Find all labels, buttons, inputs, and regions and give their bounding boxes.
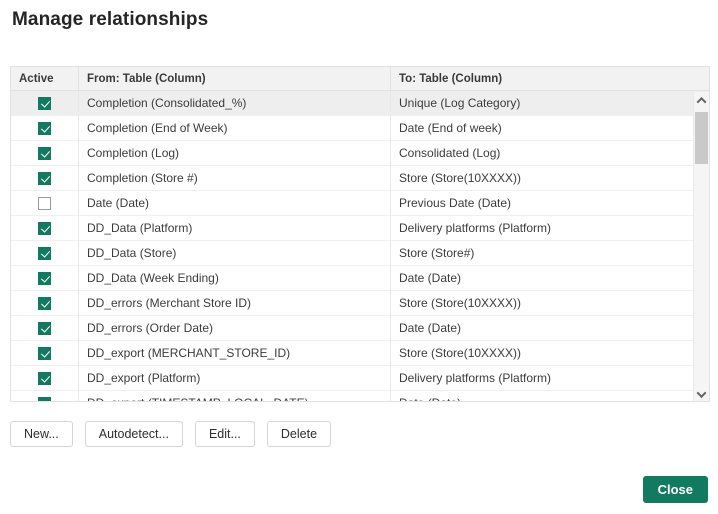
table-row[interactable]: DD_Data (Platform) Delivery platforms (Pl… [11, 215, 709, 241]
cell-active [11, 190, 79, 216]
scrollbar-thumb[interactable] [695, 112, 708, 164]
cell-to-table-column: Date (Date) [399, 320, 462, 335]
cell-active [11, 365, 79, 391]
new-button[interactable]: New... [10, 421, 73, 447]
manage-relationships-dialog: Manage relationships Active From: Table … [0, 0, 718, 514]
table-body: Completion (Consolidated_%) Unique (Log C… [11, 91, 709, 402]
active-checkbox[interactable] [38, 196, 51, 210]
table-row[interactable]: Completion (Consolidated_%) Unique (Log C… [11, 91, 709, 116]
cell-active [11, 91, 79, 116]
active-checkbox[interactable] [38, 96, 51, 110]
table-row[interactable]: DD_errors (Merchant Store ID) Store (Stor… [11, 290, 709, 316]
cell-from-table-column: Completion (Consolidated_%) [79, 91, 391, 116]
table-row[interactable]: DD_export (TIMESTAMP_LOCAL_DATE)Date (Da… [11, 390, 709, 402]
active-checkbox[interactable] [38, 171, 51, 185]
cell-active [11, 115, 79, 141]
active-checkbox[interactable] [38, 121, 51, 135]
page-title: Manage relationships [12, 9, 209, 30]
active-checkbox[interactable] [38, 346, 51, 360]
cell-to-table-column: Date (Date) [399, 270, 462, 285]
active-checkbox[interactable] [38, 296, 51, 310]
cell-active [11, 315, 79, 341]
cell-active [11, 215, 79, 241]
cell-to-table-column: Store (Store(10XXXX)) [399, 170, 522, 185]
cell-to-table-column: Previous Date (Date) [399, 195, 512, 210]
cell-to-table-column: Date (Date) [391, 391, 709, 402]
cell-to-table-column: Date (End of week) [399, 120, 502, 135]
table-row[interactable]: DD_Data (Store) Store (Store#) [11, 240, 709, 266]
active-checkbox[interactable] [38, 146, 51, 160]
column-header-to[interactable]: To: Table (Column) [391, 67, 709, 91]
cell-active [11, 390, 79, 401]
active-checkbox[interactable] [38, 396, 51, 401]
cell-active [11, 265, 79, 291]
cell-active [11, 165, 79, 191]
cell-to-table-column: Store (Store#) [399, 245, 475, 260]
cell-from-table-column: Completion (Store #) [79, 165, 391, 191]
table-header-row: Active From: Table (Column) To: Table (C… [11, 67, 709, 91]
table-row[interactable]: DD_export (Platform) Delivery platforms (… [11, 365, 709, 391]
active-checkbox[interactable] [38, 371, 51, 385]
vertical-scrollbar[interactable] [693, 92, 709, 401]
table-row[interactable]: DD_errors (Order Date) Date (Date) [11, 315, 709, 341]
cell-from-table-column: DD_export (TIMESTAMP_LOCAL_DATE) [79, 390, 391, 401]
scroll-up-icon[interactable] [694, 92, 709, 109]
table-row[interactable]: Date (Date) Previous Date (Date) [11, 190, 709, 216]
table-row[interactable]: DD_Data (Week Ending) Date (Date) [11, 265, 709, 291]
cell-to-table-column: Store (Store(10XXXX)) [399, 345, 522, 360]
active-checkbox[interactable] [38, 271, 51, 285]
cell-from-table-column: Completion (End of Week) [79, 115, 391, 141]
autodetect-button[interactable]: Autodetect... [84, 421, 183, 447]
cell-from-table-column: Completion (Log) [79, 140, 391, 166]
cell-active [11, 240, 79, 266]
cell-from-table-column: Date (Date) [79, 190, 391, 216]
cell-from-table-column: DD_errors (Order Date) [79, 315, 391, 341]
cell-from-table-column: DD_export (MERCHANT_STORE_ID) [79, 340, 391, 366]
cell-active [11, 290, 79, 316]
relationships-table: Active From: Table (Column) To: Table (C… [10, 66, 710, 402]
scroll-down-icon[interactable] [694, 386, 709, 401]
table-row[interactable]: Completion (Log) Consolidated (Log) [11, 140, 709, 166]
cell-from-table-column: DD_export (Platform) [79, 365, 391, 391]
edit-button[interactable]: Edit... [194, 421, 255, 447]
cell-to-table-column: Delivery platforms (Platform) [399, 370, 552, 385]
cell-active [11, 340, 79, 366]
action-button-bar: New... Autodetect... Edit... Delete [10, 421, 332, 447]
delete-button[interactable]: Delete [266, 421, 332, 447]
table-row[interactable]: Completion (Store #) Store (Store(10XXXX)… [11, 165, 709, 191]
cell-from-table-column: DD_errors (Merchant Store ID) [79, 290, 391, 316]
column-header-active[interactable]: Active [11, 67, 79, 91]
active-checkbox[interactable] [38, 246, 51, 260]
column-header-from[interactable]: From: Table (Column) [79, 67, 391, 91]
table-row[interactable]: Completion (End of Week) Date (End of wee… [11, 115, 709, 141]
cell-from-table-column: DD_Data (Platform) [79, 215, 391, 241]
cell-from-table-column: DD_Data (Store) [79, 240, 391, 266]
cell-from-table-column: DD_Data (Week Ending) [79, 265, 391, 291]
cell-active [11, 140, 79, 166]
cell-to-table-column: Store (Store(10XXXX)) [399, 295, 522, 310]
table-row[interactable]: DD_export (MERCHANT_STORE_ID) Store (Stor… [11, 340, 709, 366]
cell-to-table-column: Unique (Log Category) [399, 95, 521, 110]
close-button[interactable]: Close [642, 476, 708, 503]
active-checkbox[interactable] [38, 221, 51, 235]
active-checkbox[interactable] [38, 321, 51, 335]
cell-to-table-column: Consolidated (Log) [399, 145, 501, 160]
cell-to-table-column: Delivery platforms (Platform) [399, 220, 552, 235]
